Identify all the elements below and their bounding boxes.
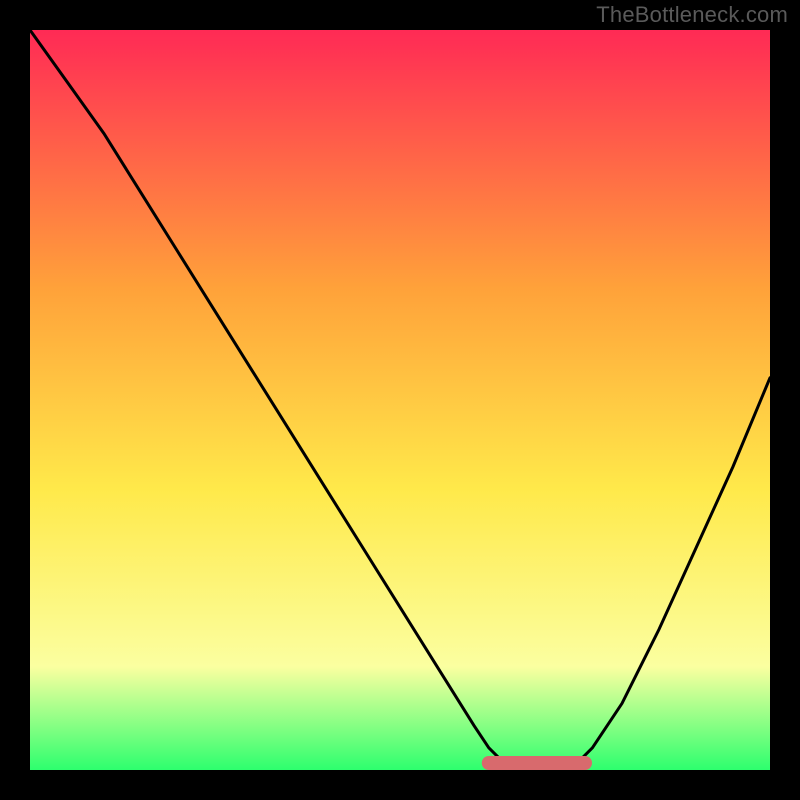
attribution-label: TheBottleneck.com (596, 2, 788, 28)
chart-frame: TheBottleneck.com (0, 0, 800, 800)
gradient-background (30, 30, 770, 770)
chart-svg (30, 30, 770, 770)
plot-area (30, 30, 770, 770)
